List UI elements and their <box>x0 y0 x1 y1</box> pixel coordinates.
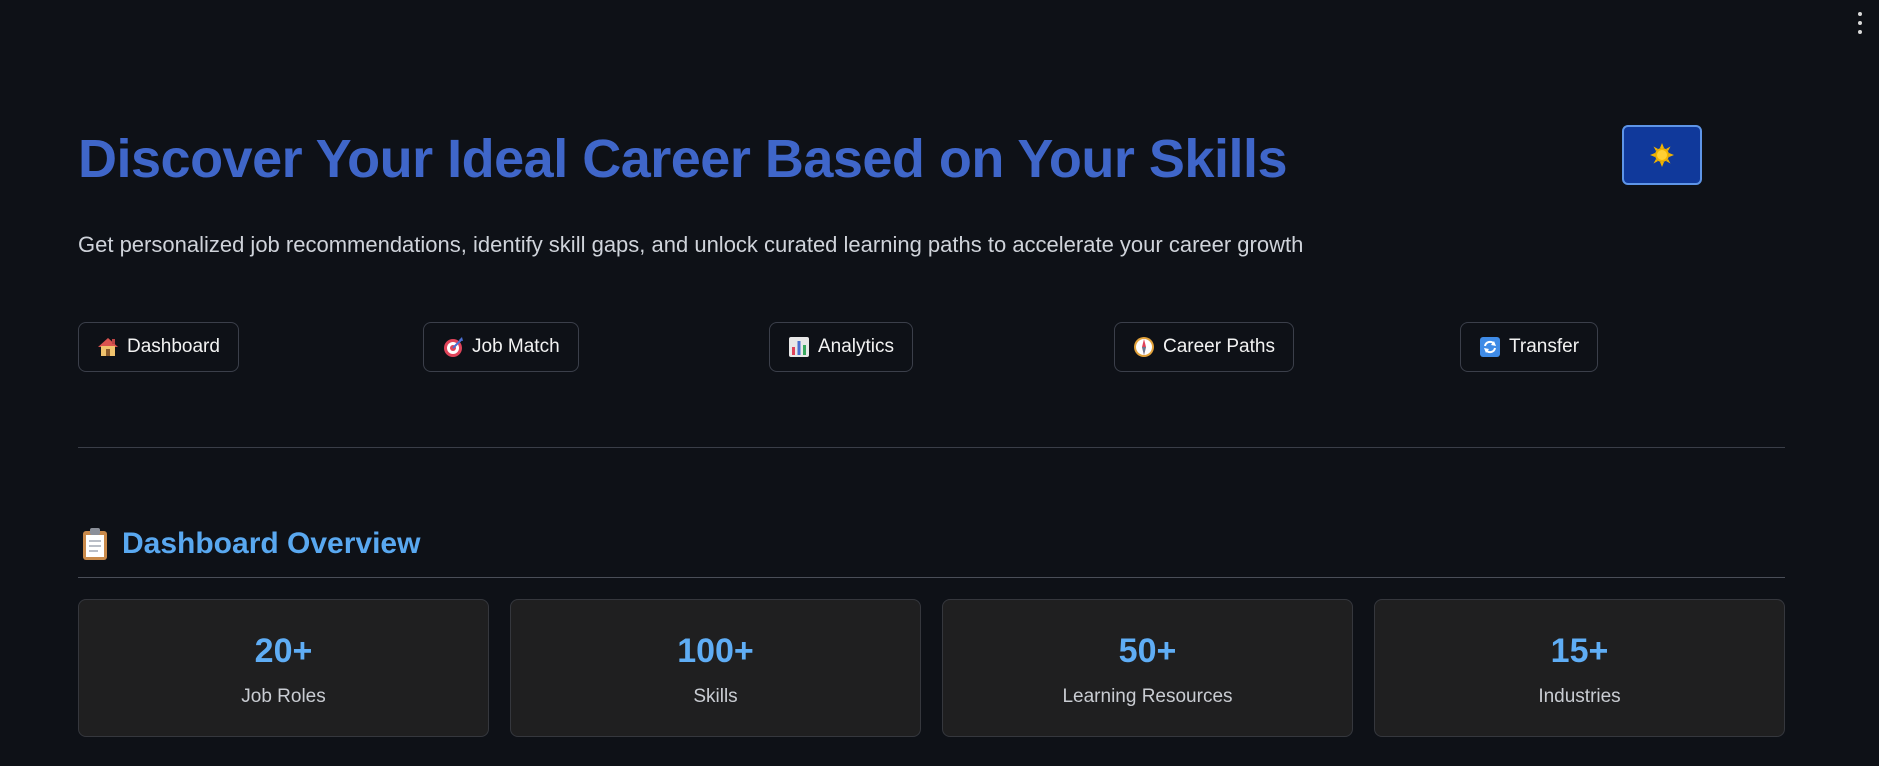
page-subtitle: Get personalized job recommendations, id… <box>78 232 1304 257</box>
stat-label: Job Roles <box>241 686 326 707</box>
stat-card-job-roles: 20+ Job Roles <box>78 599 489 737</box>
theme-toggle-button[interactable] <box>1622 125 1702 185</box>
nav-button-job-match[interactable]: Job Match <box>423 322 579 372</box>
section-header: Dashboard Overview <box>80 524 420 564</box>
stat-card-skills: 100+ Skills <box>510 599 921 737</box>
compass-icon <box>1134 337 1154 357</box>
section-title: Dashboard Overview <box>122 527 421 560</box>
nav-button-analytics[interactable]: Analytics <box>769 322 914 372</box>
sun-icon <box>1650 143 1674 167</box>
nav-label: Dashboard <box>127 336 220 357</box>
stat-value: 50+ <box>1118 632 1177 670</box>
house-icon <box>98 338 118 356</box>
nav-button-career-paths[interactable]: Career Paths <box>1114 322 1294 372</box>
section-divider <box>78 447 1785 448</box>
stat-label: Industries <box>1538 686 1621 707</box>
stat-value: 20+ <box>254 632 313 670</box>
nav-label: Transfer <box>1509 336 1580 357</box>
stat-value: 100+ <box>677 632 754 670</box>
nav-label: Analytics <box>818 336 895 357</box>
clipboard-icon <box>83 528 107 560</box>
nav-label: Job Match <box>472 336 560 357</box>
nav-button-dashboard[interactable]: Dashboard <box>78 322 239 372</box>
stat-label: Learning Resources <box>1062 686 1233 707</box>
bar-chart-icon <box>789 337 809 357</box>
app-page: Discover Your Ideal Career Based on Your… <box>0 0 1879 766</box>
nav-button-transfer[interactable]: Transfer <box>1460 322 1599 372</box>
target-icon <box>444 337 463 357</box>
nav-label: Career Paths <box>1163 336 1275 357</box>
main-menu-icon[interactable] <box>1855 12 1865 34</box>
stat-card-industries: 15+ Industries <box>1374 599 1785 737</box>
stat-card-learning-resources: 50+ Learning Resources <box>942 599 1353 737</box>
stat-label: Skills <box>693 686 738 707</box>
refresh-icon <box>1480 337 1500 357</box>
section-underline <box>78 577 1785 578</box>
stat-value: 15+ <box>1550 632 1609 670</box>
page-title: Discover Your Ideal Career Based on Your… <box>78 129 1288 189</box>
